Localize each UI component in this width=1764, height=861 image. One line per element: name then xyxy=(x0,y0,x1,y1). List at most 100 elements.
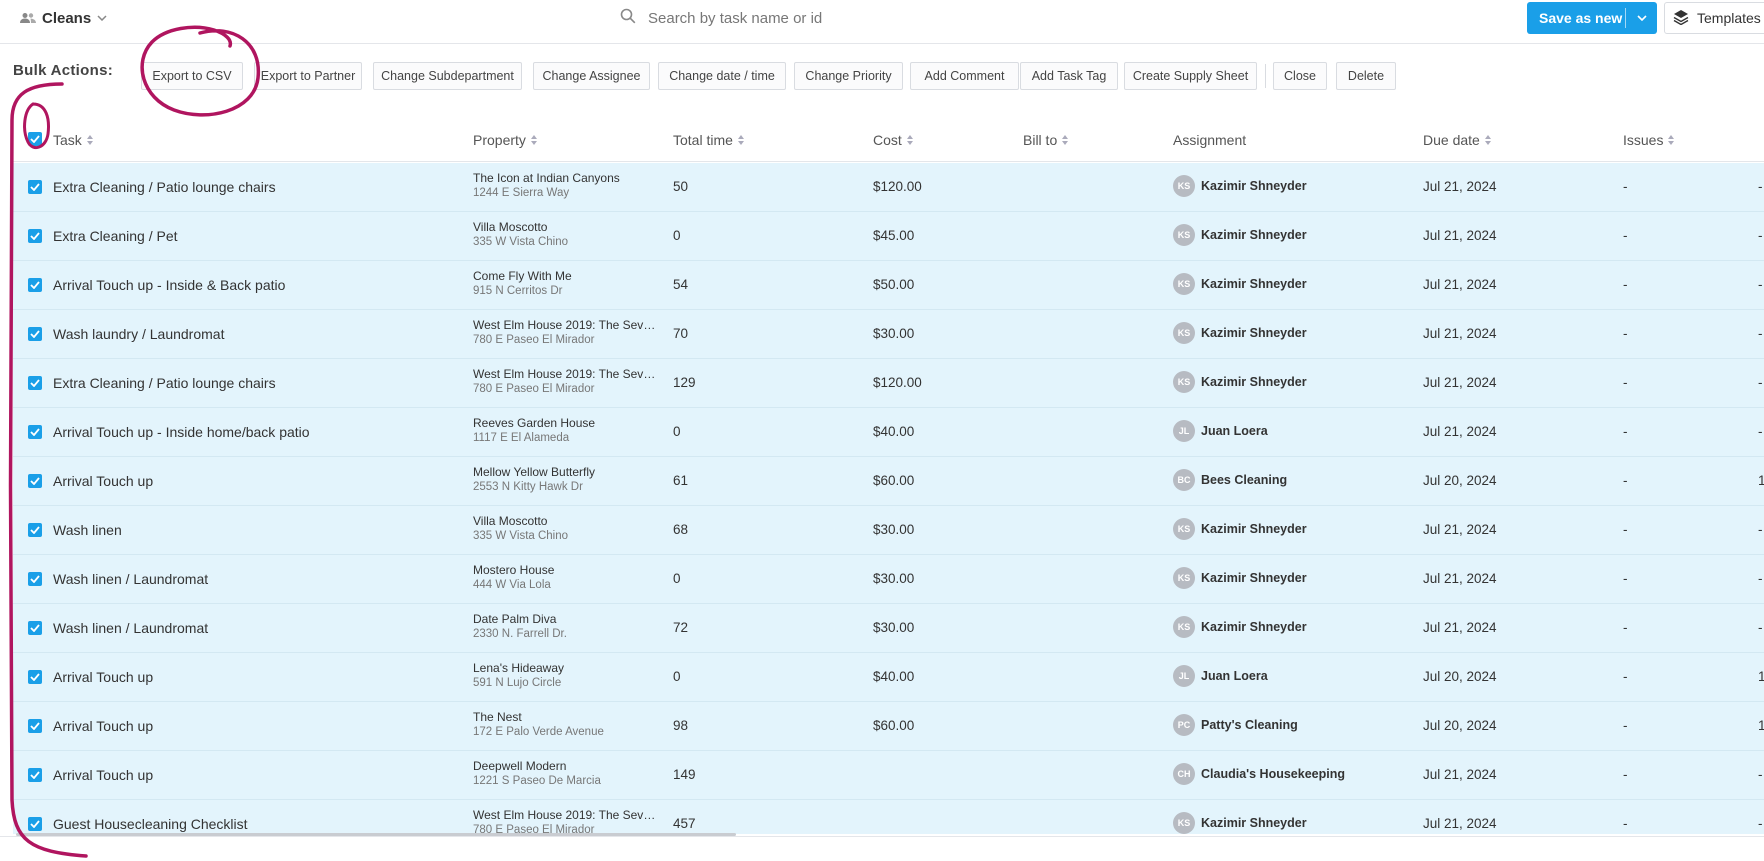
property-cell[interactable]: The Nest 172 E Palo Verde Avenue xyxy=(473,710,659,738)
task-name[interactable]: Arrival Touch up xyxy=(53,767,153,783)
task-name[interactable]: Extra Cleaning / Patio lounge chairs xyxy=(53,179,276,195)
property-cell[interactable]: Mellow Yellow Butterfly 2553 N Kitty Haw… xyxy=(473,465,659,493)
task-name[interactable]: Arrival Touch up xyxy=(53,473,153,489)
save-as-new-button[interactable]: Save as new xyxy=(1527,2,1657,34)
property-cell[interactable]: West Elm House 2019: The Seven... 780 E … xyxy=(473,808,659,834)
assignment-cell[interactable]: KS Kazimir Shneyder xyxy=(1173,518,1307,540)
export-csv-button[interactable]: Export to CSV xyxy=(141,62,243,90)
assignment-cell[interactable]: KS Kazimir Shneyder xyxy=(1173,224,1307,246)
column-header-cost[interactable]: Cost xyxy=(873,132,913,148)
table-row[interactable]: Extra Cleaning / Patio lounge chairs The… xyxy=(13,163,1764,212)
assignment-cell[interactable]: KS Kazimir Shneyder xyxy=(1173,616,1307,638)
property-cell[interactable]: Villa Moscotto 335 W Vista Chino xyxy=(473,220,659,248)
row-checkbox[interactable] xyxy=(28,817,42,831)
save-options-chevron-icon[interactable] xyxy=(1626,15,1657,21)
assignment-cell[interactable]: BC Bees Cleaning xyxy=(1173,469,1287,491)
property-cell[interactable]: Date Palm Diva 2330 N. Farrell Dr. xyxy=(473,612,659,640)
delete-button[interactable]: Delete xyxy=(1336,62,1396,90)
task-name[interactable]: Extra Cleaning / Patio lounge chairs xyxy=(53,375,276,391)
column-header-due-date[interactable]: Due date xyxy=(1423,132,1491,148)
cost: $60.00 xyxy=(873,473,915,488)
task-name[interactable]: Arrival Touch up xyxy=(53,718,153,734)
assignment-cell[interactable]: KS Kazimir Shneyder xyxy=(1173,175,1307,197)
row-checkbox[interactable] xyxy=(28,180,42,194)
row-checkbox[interactable] xyxy=(28,719,42,733)
assignment-cell[interactable]: CH Claudia's Housekeeping xyxy=(1173,763,1345,785)
row-checkbox[interactable] xyxy=(28,474,42,488)
change-assignee-button[interactable]: Change Assignee xyxy=(533,62,650,90)
change-subdepartment-button[interactable]: Change Subdepartment xyxy=(373,62,522,90)
property-cell[interactable]: Lena's Hideaway 591 N Lujo Circle xyxy=(473,661,659,689)
table-row[interactable]: Arrival Touch up The Nest 172 E Palo Ver… xyxy=(13,702,1764,751)
task-name[interactable]: Wash linen / Laundromat xyxy=(53,620,208,636)
add-comment-button[interactable]: Add Comment xyxy=(910,62,1019,90)
row-checkbox[interactable] xyxy=(28,670,42,684)
property-cell[interactable]: West Elm House 2019: The Seven... 780 E … xyxy=(473,318,659,346)
row-checkbox[interactable] xyxy=(28,425,42,439)
table-row[interactable]: Arrival Touch up Mellow Yellow Butterfly… xyxy=(13,457,1764,506)
column-header-total-time[interactable]: Total time xyxy=(673,132,744,148)
table-row[interactable]: Guest Housecleaning Checklist West Elm H… xyxy=(13,800,1764,834)
cost: $30.00 xyxy=(873,571,915,586)
row-checkbox[interactable] xyxy=(28,278,42,292)
table-row[interactable]: Arrival Touch up - Inside & Back patio C… xyxy=(13,261,1764,310)
property-cell[interactable]: Villa Moscotto 335 W Vista Chino xyxy=(473,514,659,542)
column-header-issues[interactable]: Issues xyxy=(1623,132,1675,148)
row-checkbox[interactable] xyxy=(28,327,42,341)
table-row[interactable]: Arrival Touch up - Inside home/back pati… xyxy=(13,408,1764,457)
table-row[interactable]: Extra Cleaning / Pet Villa Moscotto 335 … xyxy=(13,212,1764,261)
row-checkbox[interactable] xyxy=(28,229,42,243)
property-cell[interactable]: Deepwell Modern 1221 S Paseo De Marcia xyxy=(473,759,659,787)
row-checkbox[interactable] xyxy=(28,523,42,537)
property-cell[interactable]: Mostero House 444 W Via Lola xyxy=(473,563,659,591)
assignment-cell[interactable]: KS Kazimir Shneyder xyxy=(1173,322,1307,344)
create-supply-sheet-button[interactable]: Create Supply Sheet xyxy=(1124,62,1257,90)
table-row[interactable]: Arrival Touch up Deepwell Modern 1221 S … xyxy=(13,751,1764,800)
add-task-tag-button[interactable]: Add Task Tag xyxy=(1020,62,1118,90)
avatar: CH xyxy=(1173,763,1195,785)
task-name[interactable]: Wash linen / Laundromat xyxy=(53,571,208,587)
table-row[interactable]: Wash laundry / Laundromat West Elm House… xyxy=(13,310,1764,359)
column-header-task[interactable]: Task xyxy=(53,132,93,148)
assignment-cell[interactable]: KS Kazimir Shneyder xyxy=(1173,567,1307,589)
assignment-cell[interactable]: KS Kazimir Shneyder xyxy=(1173,273,1307,295)
row-checkbox[interactable] xyxy=(28,768,42,782)
issues: - xyxy=(1623,179,1628,194)
assignment-cell[interactable]: JL Juan Loera xyxy=(1173,665,1268,687)
task-name[interactable]: Arrival Touch up xyxy=(53,669,153,685)
close-button[interactable]: Close xyxy=(1273,62,1327,90)
table-row[interactable]: Wash linen / Laundromat Mostero House 44… xyxy=(13,555,1764,604)
assignment-cell[interactable]: KS Kazimir Shneyder xyxy=(1173,812,1307,834)
view-selector[interactable]: Cleans xyxy=(20,8,107,28)
table-row[interactable]: Wash linen Villa Moscotto 335 W Vista Ch… xyxy=(13,506,1764,555)
search-input[interactable] xyxy=(648,9,1068,27)
assignment-cell[interactable]: JL Juan Loera xyxy=(1173,420,1268,442)
assignment-cell[interactable]: PC Patty's Cleaning xyxy=(1173,714,1298,736)
export-partner-button[interactable]: Export to Partner xyxy=(254,62,362,90)
task-name[interactable]: Arrival Touch up - Inside home/back pati… xyxy=(53,424,310,440)
table-row[interactable]: Wash linen / Laundromat Date Palm Diva 2… xyxy=(13,604,1764,653)
templates-button[interactable]: Templates xyxy=(1664,2,1764,34)
task-name[interactable]: Extra Cleaning / Pet xyxy=(53,228,178,244)
row-checkbox[interactable] xyxy=(28,572,42,586)
task-name[interactable]: Wash linen xyxy=(53,522,122,538)
column-header-property[interactable]: Property xyxy=(473,132,537,148)
property-cell[interactable]: Reeves Garden House 1117 E El Alameda xyxy=(473,416,659,444)
row-checkbox[interactable] xyxy=(28,376,42,390)
column-header-assignment[interactable]: Assignment xyxy=(1173,132,1246,148)
table-row[interactable]: Extra Cleaning / Patio lounge chairs Wes… xyxy=(13,359,1764,408)
table-row[interactable]: Arrival Touch up Lena's Hideaway 591 N L… xyxy=(13,653,1764,702)
property-cell[interactable]: Come Fly With Me 915 N Cerritos Dr xyxy=(473,269,659,297)
task-name[interactable]: Guest Housecleaning Checklist xyxy=(53,816,248,832)
task-name[interactable]: Wash laundry / Laundromat xyxy=(53,326,224,342)
change-date-time-button[interactable]: Change date / time xyxy=(658,62,786,90)
column-header-bill-to[interactable]: Bill to xyxy=(1023,132,1069,148)
change-priority-button[interactable]: Change Priority xyxy=(794,62,903,90)
row-checkbox[interactable] xyxy=(28,621,42,635)
task-name[interactable]: Arrival Touch up - Inside & Back patio xyxy=(53,277,285,293)
assignment-cell[interactable]: KS Kazimir Shneyder xyxy=(1173,371,1307,393)
property-cell[interactable]: The Icon at Indian Canyons 1244 E Sierra… xyxy=(473,171,659,199)
property-cell[interactable]: West Elm House 2019: The Seven... 780 E … xyxy=(473,367,659,395)
property-address: 780 E Paseo El Mirador xyxy=(473,334,595,346)
select-all-checkbox[interactable] xyxy=(28,132,42,146)
